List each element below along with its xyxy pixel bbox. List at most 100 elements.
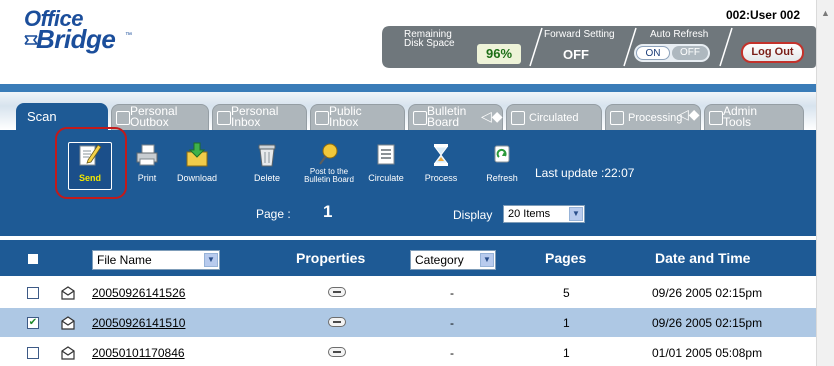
pages-cell: 5 bbox=[563, 286, 570, 300]
tab-public-inbox[interactable]: Public Inbox bbox=[310, 104, 405, 130]
properties-header: Properties bbox=[296, 250, 366, 266]
header-strip bbox=[0, 84, 816, 92]
tab-personal-outbox[interactable]: Personal Outbox bbox=[111, 104, 209, 130]
file-name-select[interactable]: File Name ▼ bbox=[92, 250, 220, 270]
tab-personal-outbox-label: Personal Outbox bbox=[130, 105, 177, 128]
tab-bulletin-board-label: Bulletin Board bbox=[427, 105, 466, 129]
bulletin-board-icon bbox=[413, 111, 427, 125]
auto-refresh-label: Auto Refresh bbox=[650, 29, 709, 40]
page-label: Page : bbox=[256, 207, 291, 221]
delete-button[interactable]: Delete bbox=[252, 142, 282, 190]
bulletin-alert-icon: ◁◆ bbox=[481, 108, 503, 124]
select-all-checkbox[interactable] bbox=[28, 254, 38, 264]
tab-processing[interactable]: Processing ◁◆ bbox=[605, 104, 701, 130]
hourglass-icon bbox=[434, 144, 448, 166]
file-name-link[interactable]: 20050926141510 bbox=[92, 316, 185, 330]
circulated-icon bbox=[511, 111, 525, 125]
header: Office Bridge ™ 002:User 002 Remaining D… bbox=[0, 0, 816, 84]
tab-public-inbox-line2: Inbox bbox=[329, 115, 359, 129]
date-time-header: Date and Time bbox=[655, 250, 751, 266]
outbox-icon bbox=[116, 111, 130, 125]
date-cell: 09/26 2005 02:15pm bbox=[652, 286, 763, 300]
auto-refresh-off[interactable]: OFF bbox=[672, 46, 708, 60]
display-count-value: 20 Items bbox=[508, 208, 551, 220]
processing-alert-icon: ◁◆ bbox=[678, 106, 700, 122]
tab-admin-tools[interactable]: Admin Tools bbox=[704, 104, 804, 130]
chevron-down-icon[interactable]: ▼ bbox=[569, 207, 583, 221]
date-cell: 01/01 2005 05:08pm bbox=[652, 346, 763, 360]
logo-bridge-text: Bridge bbox=[36, 24, 116, 54]
display-label: Display bbox=[453, 208, 493, 222]
envelope-icon bbox=[61, 316, 75, 330]
table-row[interactable]: 20050101170846 - 1 01/01 2005 05:08pm bbox=[0, 338, 816, 366]
refresh-label: Refresh bbox=[486, 173, 518, 183]
process-label: Process bbox=[424, 173, 458, 183]
inbox-icon bbox=[217, 111, 231, 125]
envelope-icon bbox=[61, 286, 75, 300]
print-button[interactable]: Print bbox=[131, 142, 163, 190]
tab-bulletin-board[interactable]: Bulletin Board ◁◆ bbox=[408, 104, 503, 130]
chevron-down-icon[interactable]: ▼ bbox=[480, 253, 494, 267]
tab-personal-inbox[interactable]: Personal Inbox bbox=[212, 104, 307, 130]
print-icon bbox=[136, 144, 158, 166]
refresh-button[interactable]: Refresh bbox=[480, 142, 524, 190]
tab-personal-inbox-label: Personal Inbox bbox=[231, 105, 278, 129]
category-select[interactable]: Category ▼ bbox=[410, 250, 496, 270]
pages-cell: 1 bbox=[563, 316, 570, 330]
envelope-icon bbox=[61, 346, 75, 360]
tab-bulletin-board-line2: Board bbox=[427, 115, 460, 129]
category-cell: - bbox=[450, 286, 454, 300]
auto-refresh-on[interactable]: ON bbox=[636, 46, 670, 60]
chevron-down-icon[interactable]: ▼ bbox=[204, 253, 218, 267]
send-highlight-callout bbox=[55, 127, 127, 199]
tab-scan-label: Scan bbox=[27, 109, 57, 124]
file-name-link[interactable]: 20050926141526 bbox=[92, 286, 185, 300]
file-name-select-value: File Name bbox=[97, 253, 152, 267]
table-row[interactable]: 20050926141526 - 5 09/26 2005 02:15pm bbox=[0, 278, 816, 307]
scrollbar[interactable]: ▲ bbox=[816, 0, 834, 366]
logout-button[interactable]: Log Out bbox=[741, 42, 804, 63]
category-select-value: Category bbox=[415, 253, 464, 267]
auto-refresh-toggle[interactable]: ON OFF bbox=[634, 44, 710, 62]
category-cell: - bbox=[450, 346, 454, 360]
public-inbox-icon bbox=[315, 111, 329, 125]
admin-tools-icon bbox=[709, 111, 723, 125]
status-bar: Remaining Disk Space 96% Forward Setting… bbox=[380, 24, 816, 68]
row-checkbox[interactable] bbox=[27, 287, 39, 299]
date-cell: 09/26 2005 02:15pm bbox=[652, 316, 763, 330]
properties-button[interactable] bbox=[328, 347, 346, 357]
download-icon bbox=[186, 142, 208, 167]
process-button[interactable]: Process bbox=[419, 142, 463, 190]
circulate-button[interactable]: Circulate bbox=[364, 142, 408, 190]
logo-trademark: ™ bbox=[125, 32, 132, 39]
row-checkbox[interactable] bbox=[27, 347, 39, 359]
display-count-select[interactable]: 20 Items ▼ bbox=[503, 205, 585, 223]
processing-icon bbox=[610, 111, 624, 125]
print-label: Print bbox=[137, 173, 157, 183]
tab-admin-tools-label: Admin Tools bbox=[723, 105, 757, 129]
table-header: File Name ▼ Properties Category ▼ Pages … bbox=[0, 240, 816, 276]
tab-public-inbox-label: Public Inbox bbox=[329, 105, 362, 129]
properties-button[interactable] bbox=[328, 317, 346, 327]
download-button[interactable]: Download bbox=[175, 142, 219, 190]
last-update: Last update :22:07 bbox=[535, 166, 635, 180]
pushpin-icon bbox=[319, 143, 338, 165]
user-label: 002:User 002 bbox=[725, 8, 800, 22]
tab-circulated[interactable]: Circulated bbox=[506, 104, 602, 130]
properties-button[interactable] bbox=[328, 287, 346, 297]
forward-setting-label: Forward Setting bbox=[544, 29, 615, 40]
tab-circulated-label: Circulated bbox=[529, 112, 579, 124]
file-name-link[interactable]: 20050101170846 bbox=[92, 346, 185, 360]
row-checkbox[interactable]: ✔ bbox=[27, 317, 39, 329]
tab-processing-label: Processing bbox=[628, 112, 683, 124]
table-row[interactable]: ✔ 20050926141510 - 1 09/26 2005 02:15pm bbox=[0, 308, 816, 337]
tab-personal-inbox-line2: Inbox bbox=[231, 115, 261, 129]
pages-cell: 1 bbox=[563, 346, 570, 360]
trash-icon bbox=[258, 144, 276, 167]
scroll-up-icon[interactable]: ▲ bbox=[821, 8, 830, 18]
delete-label: Delete bbox=[253, 173, 280, 183]
post-to-bulletin-button[interactable]: Post to the Bulletin Board bbox=[298, 142, 360, 190]
forward-setting-value[interactable]: OFF bbox=[534, 45, 618, 65]
tab-admin-tools-line2: Tools bbox=[723, 115, 752, 129]
pages-header: Pages bbox=[545, 250, 587, 266]
